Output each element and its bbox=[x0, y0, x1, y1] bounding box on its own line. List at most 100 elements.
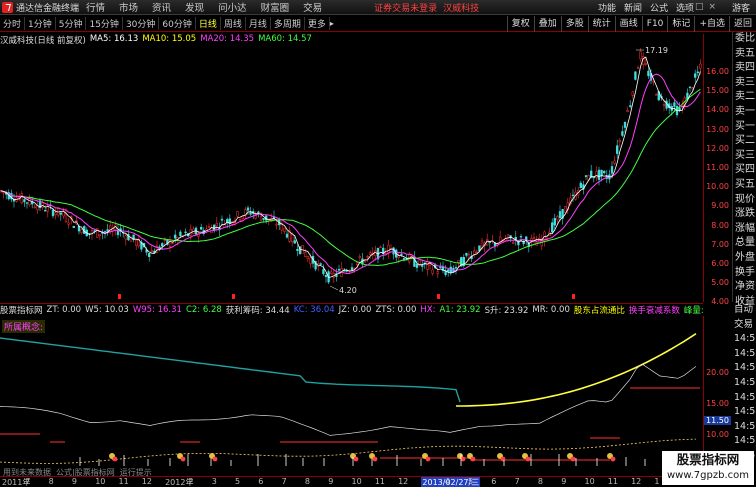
candle-body bbox=[699, 63, 702, 69]
candle-body bbox=[387, 244, 390, 254]
period-60min[interactable]: 60分钟 bbox=[159, 17, 196, 30]
tool-mark[interactable]: 标记 bbox=[667, 16, 694, 32]
menu-trade[interactable]: 交易 bbox=[303, 0, 322, 14]
candle-body bbox=[613, 160, 616, 164]
period-30min[interactable]: 30分钟 bbox=[123, 17, 160, 30]
chevron-right-icon[interactable]: ▸ bbox=[330, 19, 334, 28]
period-multi[interactable]: 多周期 bbox=[271, 17, 305, 30]
candle-body bbox=[98, 234, 101, 237]
candle-body bbox=[207, 226, 211, 228]
date-tick: 2 bbox=[188, 477, 194, 486]
menu-function[interactable]: 功能 bbox=[598, 1, 616, 14]
candle-body bbox=[545, 236, 549, 239]
signal-marker bbox=[437, 294, 440, 299]
orderbook-label: 买四 bbox=[735, 164, 755, 176]
minimize-icon[interactable]: — bbox=[681, 2, 690, 12]
candle-body bbox=[135, 239, 138, 246]
main-menu: 行情 市场 资讯 发现 问小达 财富圈 交易 bbox=[86, 0, 336, 14]
candlestick-chart[interactable]: 17.19 4.20 bbox=[0, 46, 703, 302]
candle-body bbox=[600, 169, 603, 177]
login-warning[interactable]: 证券交易未登录 bbox=[374, 1, 437, 14]
candle-body bbox=[644, 63, 647, 65]
tool-overlay[interactable]: 叠加 bbox=[533, 16, 561, 32]
period-weekly[interactable]: 周线 bbox=[221, 17, 246, 30]
candle-body bbox=[571, 194, 575, 197]
candle-body bbox=[64, 213, 68, 222]
price-tick: 7.00 bbox=[711, 239, 729, 249]
candle-body bbox=[512, 241, 515, 244]
indicator-chart[interactable] bbox=[0, 316, 703, 466]
period-5min[interactable]: 5分钟 bbox=[56, 17, 87, 30]
orderbook-label: 买二 bbox=[735, 135, 755, 147]
candle-body bbox=[220, 218, 224, 221]
orderbook-label: 涨幅 bbox=[735, 222, 755, 234]
close-icon[interactable]: × bbox=[708, 2, 716, 12]
candle-body bbox=[369, 252, 372, 255]
tool-f10[interactable]: F10 bbox=[641, 16, 668, 32]
candle-body bbox=[421, 265, 424, 267]
orderbook-label: 换手 bbox=[735, 266, 755, 278]
signal-ball bbox=[525, 456, 531, 462]
candle-body bbox=[236, 211, 239, 217]
candle-body bbox=[694, 73, 697, 78]
menu-discover[interactable]: 发现 bbox=[185, 0, 204, 14]
price-tick: 11.00 bbox=[706, 163, 729, 172]
price-tick: 15.00 bbox=[706, 86, 729, 96]
candle-body bbox=[275, 223, 278, 226]
tool-draw[interactable]: 画线 bbox=[614, 16, 642, 32]
indicator-value: KC: 36.04 bbox=[293, 305, 335, 315]
ma5-value: MA5: 16.13 bbox=[89, 34, 139, 44]
tool-restore-rights[interactable]: 复权 bbox=[506, 16, 534, 32]
date-tick: 5 bbox=[468, 477, 474, 486]
guest-label[interactable]: 游客 bbox=[732, 1, 750, 14]
period-monthly[interactable]: 月线 bbox=[246, 17, 271, 30]
tool-stats[interactable]: 统计 bbox=[587, 16, 615, 32]
candle-body bbox=[439, 266, 442, 269]
candle-body bbox=[629, 105, 632, 107]
signal-marker bbox=[232, 294, 235, 299]
price-tick: 6.00 bbox=[711, 259, 729, 268]
date-tick: 11 bbox=[118, 477, 129, 486]
candle-body bbox=[400, 253, 403, 256]
indicator-tick: 20.00 bbox=[706, 368, 729, 377]
date-tick: 7 bbox=[281, 477, 287, 486]
menu-news2[interactable]: 新闻 bbox=[624, 1, 642, 14]
maximize-icon[interactable]: □ bbox=[695, 2, 704, 12]
menu-ask[interactable]: 问小达 bbox=[218, 0, 247, 14]
candle-body bbox=[655, 94, 658, 96]
indicator-value: MR: 0.00 bbox=[532, 305, 570, 315]
period-more[interactable]: 更多 bbox=[305, 17, 330, 30]
menu-news[interactable]: 资讯 bbox=[152, 0, 171, 14]
candle-body bbox=[350, 267, 354, 271]
orderbook-label: 卖三 bbox=[735, 76, 755, 88]
candle-body bbox=[163, 239, 166, 241]
candle-body bbox=[174, 234, 177, 239]
period-15min[interactable]: 15分钟 bbox=[86, 17, 123, 30]
orderbook-label: 买五 bbox=[735, 178, 755, 190]
menu-market[interactable]: 市场 bbox=[119, 0, 138, 14]
period-1min[interactable]: 1分钟 bbox=[25, 17, 56, 30]
tool-back[interactable]: 返回 bbox=[728, 16, 756, 32]
trade-time-item: 14:50 bbox=[734, 420, 756, 432]
candle-body bbox=[618, 140, 621, 143]
candle-body bbox=[150, 250, 153, 252]
orderbook-label: 买三 bbox=[735, 149, 755, 161]
menu-formula[interactable]: 公式 bbox=[650, 1, 668, 14]
period-daily[interactable]: 日线 bbox=[196, 17, 221, 30]
menu-wealth[interactable]: 财富圈 bbox=[261, 0, 290, 14]
tool-add-watchlist[interactable]: +自选 bbox=[694, 16, 729, 32]
concept-label: 所属概念: bbox=[2, 320, 46, 333]
date-tick: 8 bbox=[304, 477, 310, 486]
app-title: 通达信金融终端 bbox=[16, 3, 80, 14]
date-tick: 7 bbox=[25, 477, 31, 486]
menu-quotes[interactable]: 行情 bbox=[86, 0, 105, 14]
signal-ball bbox=[570, 456, 576, 462]
candle-body bbox=[324, 274, 328, 278]
period-intraday[interactable]: 分时 bbox=[0, 17, 26, 30]
price-tick: 14.00 bbox=[706, 105, 729, 115]
tool-multi-stock[interactable]: 多股 bbox=[560, 16, 588, 32]
trade-time-item: 交易 bbox=[734, 318, 754, 330]
date-tick: 3 bbox=[211, 477, 217, 486]
date-tick: 6 bbox=[491, 477, 497, 486]
indicator-value: S升: 23.92 bbox=[484, 306, 529, 316]
